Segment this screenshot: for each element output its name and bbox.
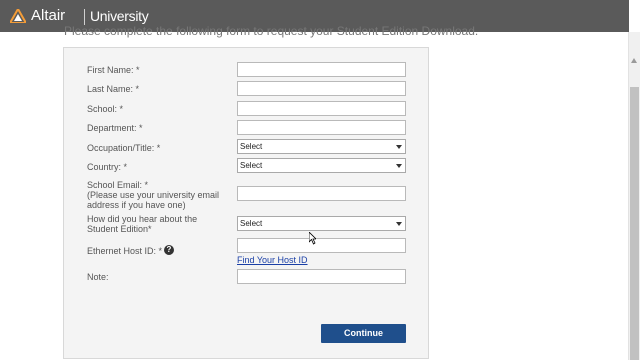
occupation-label: Occupation/Title: *: [87, 143, 161, 153]
brand-name: Altair: [31, 7, 66, 24]
first-name-input[interactable]: [237, 62, 406, 77]
school-email-label-line2: (Please use your university email: [87, 190, 220, 200]
hear-about-select[interactable]: Select: [237, 216, 406, 231]
brand-divider: [84, 9, 85, 25]
country-select-value: Select: [240, 161, 263, 170]
intro-text: Please complete the following form to re…: [64, 24, 479, 38]
school-email-label-line3: address if you have one): [87, 200, 186, 210]
last-name-input[interactable]: [237, 81, 406, 96]
occupation-select[interactable]: Select: [237, 139, 406, 154]
school-label: School: *: [87, 104, 124, 114]
last-name-label: Last Name: *: [87, 84, 140, 94]
page-scrollbar[interactable]: [628, 32, 640, 360]
department-input[interactable]: [237, 120, 406, 135]
school-email-label: School Email: * (Please use your univers…: [87, 180, 219, 210]
continue-button[interactable]: Continue: [321, 324, 406, 343]
first-name-label: First Name: *: [87, 65, 140, 75]
country-select[interactable]: Select: [237, 158, 406, 173]
department-label: Department: *: [87, 123, 143, 133]
find-host-id-link[interactable]: Find Your Host ID: [237, 255, 308, 265]
school-email-input[interactable]: [237, 186, 406, 201]
country-label: Country: *: [87, 162, 128, 172]
host-id-input[interactable]: [237, 238, 406, 253]
scroll-thumb[interactable]: [630, 87, 639, 360]
help-icon[interactable]: ?: [164, 245, 174, 255]
chevron-down-icon: [396, 164, 402, 168]
hear-about-label-line1: How did you hear about the: [87, 214, 198, 224]
mouse-cursor-icon: [309, 232, 316, 245]
occupation-select-value: Select: [240, 142, 263, 151]
chevron-down-icon: [396, 145, 402, 149]
note-label: Note:: [87, 272, 109, 282]
school-input[interactable]: [237, 101, 406, 116]
note-input[interactable]: [237, 269, 406, 284]
school-email-label-line1: School Email: *: [87, 180, 149, 190]
altair-logo-icon: [10, 9, 26, 23]
hear-about-label-line2: Student Edition*: [87, 224, 152, 234]
host-id-label: Ethernet Host ID: *: [87, 246, 163, 256]
brand-subtitle: University: [90, 8, 149, 24]
hear-about-label: How did you hear about the Student Editi…: [87, 214, 197, 234]
hear-about-select-value: Select: [240, 219, 263, 228]
scroll-up-arrow-icon[interactable]: [631, 58, 637, 63]
chevron-down-icon: [396, 222, 402, 226]
